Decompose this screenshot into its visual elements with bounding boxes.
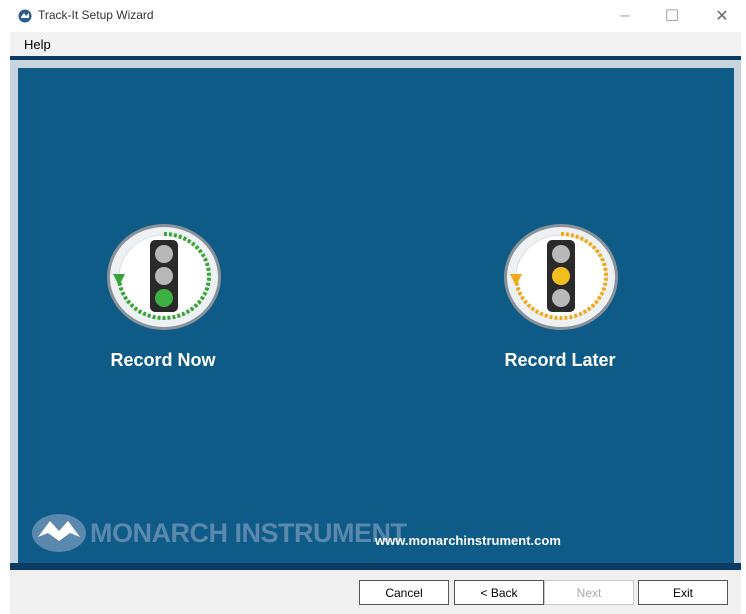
maximize-icon: ☐ <box>664 8 680 25</box>
record-now-button[interactable]: Record Now <box>103 222 227 382</box>
traffic-light-green-icon <box>107 224 221 330</box>
minimize-button[interactable]: – <box>610 4 640 28</box>
back-button[interactable]: < Back <box>454 580 544 605</box>
app-icon <box>18 9 32 23</box>
cancel-button[interactable]: Cancel <box>359 580 449 605</box>
maximize-button[interactable]: ☐ <box>657 4 687 28</box>
exit-button[interactable]: Exit <box>638 580 728 605</box>
menu-bar: Help <box>10 32 741 56</box>
website-link: www.monarchinstrument.com <box>375 533 561 548</box>
minimize-icon: – <box>620 7 630 24</box>
window-title: Track-It Setup Wizard <box>38 8 154 22</box>
record-now-label: Record Now <box>110 350 216 370</box>
title-bar: Track-It Setup Wizard – ☐ ✕ <box>0 0 746 32</box>
record-later-button[interactable]: Record Later <box>500 222 624 382</box>
brand-name: MONARCH INSTRUMENT <box>90 518 407 548</box>
monarch-logo: MONARCH INSTRUMENT <box>30 507 407 557</box>
record-later-label: Record Later <box>504 350 616 370</box>
traffic-light-yellow-icon <box>504 224 618 330</box>
close-icon: ✕ <box>715 8 729 25</box>
close-button[interactable]: ✕ <box>707 4 737 28</box>
next-button: Next <box>544 580 634 605</box>
menu-item-help[interactable]: Help <box>24 37 51 52</box>
panel-bottom-border <box>10 563 741 570</box>
monarch-butterfly-icon <box>32 514 86 552</box>
